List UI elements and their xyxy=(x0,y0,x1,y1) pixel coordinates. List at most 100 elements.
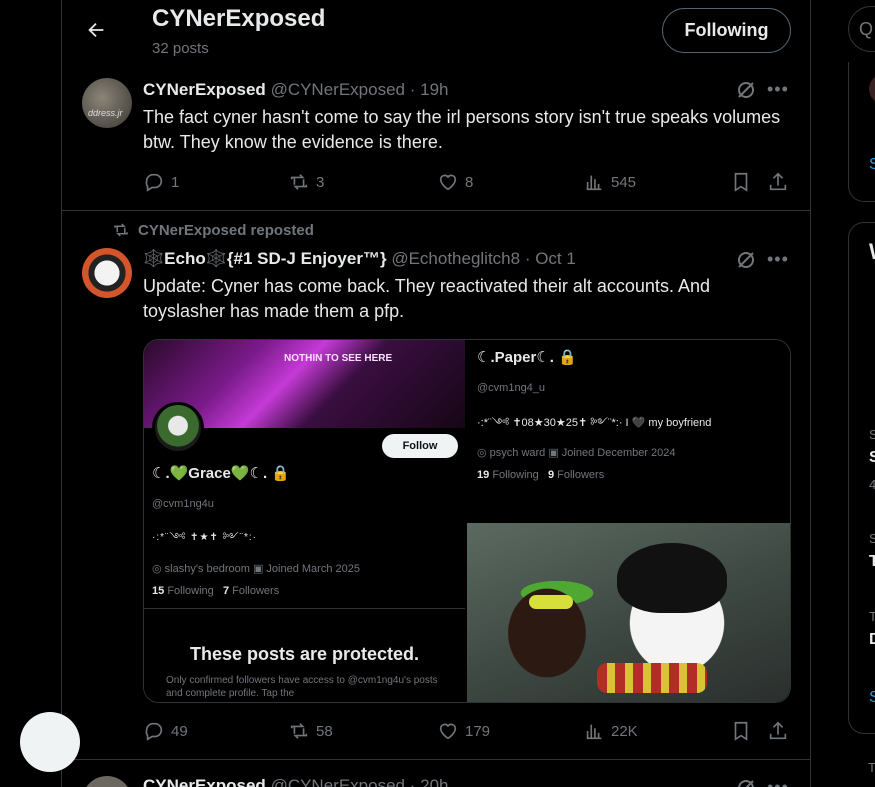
following-label: Following xyxy=(492,469,539,481)
followers-label: Followers xyxy=(232,585,280,597)
grok-icon[interactable] xyxy=(734,78,758,102)
repost-icon xyxy=(114,223,128,237)
artwork-scarf xyxy=(597,663,707,693)
profile-bio: ·:*¨༺ ✝08★30★25✝ ༻¨*:· I 🖤 my boyfriend xyxy=(477,417,712,429)
views-button[interactable]: 545 xyxy=(583,171,636,193)
profile-header: CYNerExposed 32 posts Following xyxy=(62,0,810,68)
views-icon xyxy=(586,724,602,740)
following-count: 15 xyxy=(152,585,165,597)
repost-count: 3 xyxy=(316,173,325,191)
rail-muted: S xyxy=(869,531,875,546)
views-icon xyxy=(586,175,602,191)
views-count: 545 xyxy=(611,173,637,191)
reply-icon xyxy=(145,173,163,192)
followers-label: Followers xyxy=(557,469,605,481)
share-icon[interactable] xyxy=(767,171,789,193)
rail-muted: 4 xyxy=(869,477,875,492)
author-name[interactable]: CYNerExposed xyxy=(143,776,266,787)
post-actions: 1 3 8 545 xyxy=(143,171,793,195)
repost-indicator[interactable]: CYNerExposed reposted xyxy=(112,221,314,239)
reply-button[interactable]: 1 xyxy=(143,171,179,193)
bookmark-icon[interactable] xyxy=(730,720,752,742)
rail-link[interactable]: S xyxy=(869,689,875,707)
rail-item[interactable]: D xyxy=(869,631,875,649)
rail-muted: S xyxy=(869,427,875,442)
rail-card: S xyxy=(848,62,875,202)
rail-item[interactable]: S xyxy=(869,449,875,467)
author-handle[interactable]: @Echotheglitch8 xyxy=(391,249,520,268)
like-button[interactable]: 179 xyxy=(437,720,490,742)
tweet-post[interactable]: ddress.jr CYNerExposed @CYNerExposed · 1… xyxy=(62,68,810,211)
views-button[interactable]: 22K xyxy=(583,720,638,742)
followers-count: 9 xyxy=(547,469,555,481)
search-box[interactable]: Q xyxy=(848,6,875,52)
rail-link[interactable]: S xyxy=(869,156,875,174)
profile-follow-stats: 19 Following 9 Followers xyxy=(477,469,604,481)
reply-button[interactable]: 49 xyxy=(143,720,188,742)
avatar[interactable] xyxy=(82,248,132,298)
avatar[interactable] xyxy=(82,776,132,787)
tweet-post[interactable]: CYNerExposed @CYNerExposed · 20h ••• xyxy=(62,760,810,787)
author-handle[interactable]: @CYNerExposed xyxy=(271,776,405,787)
profile-name: ☾.💚Grace💚☾. 🔒 xyxy=(152,465,290,482)
artwork-hair xyxy=(617,543,727,613)
following-count: 19 xyxy=(477,469,490,481)
profile-location: ◎ slashy's bedroom ▣ Joined March 2025 xyxy=(152,563,360,575)
profile-follow-stats: 15 Following 7 Followers xyxy=(152,585,279,597)
back-button[interactable] xyxy=(80,14,112,46)
followers-count: 7 xyxy=(222,585,230,597)
post-meta: CYNerExposed @CYNerExposed · 19h xyxy=(143,80,448,100)
repost-button[interactable]: 3 xyxy=(288,171,324,193)
following-label: Following xyxy=(167,585,214,597)
heart-icon xyxy=(439,174,457,191)
posts-count: 32 posts xyxy=(152,40,209,57)
arrow-left-icon xyxy=(88,22,104,38)
avatar[interactable]: ddress.jr xyxy=(82,78,132,128)
profile-name: ☾.Paper☾. 🔒 xyxy=(477,349,577,366)
post-text: Update: Cyner has come back. They reacti… xyxy=(143,276,710,321)
profile-avatar xyxy=(152,402,204,454)
bookmark-icon[interactable] xyxy=(730,171,752,193)
author-handle[interactable]: @CYNerExposed xyxy=(271,80,405,99)
author-name[interactable]: CYNerExposed xyxy=(143,80,266,99)
banner-text: NOTHIN TO SEE HERE xyxy=(284,353,393,364)
following-button[interactable]: Following xyxy=(662,8,791,53)
heart-icon xyxy=(439,723,457,740)
timeline-column: CYNerExposed 32 posts Following ddress.j… xyxy=(20,0,811,787)
floating-action-button[interactable] xyxy=(20,712,80,772)
grok-icon[interactable] xyxy=(734,776,758,787)
post-time[interactable]: · 20h xyxy=(410,776,449,787)
profile-screenshot-grace: NOTHIN TO SEE HERE Follow ☾.💚Grace💚☾. 🔒 … xyxy=(144,340,465,702)
tweet-post[interactable]: CYNerExposed reposted 🕸️Echo🕸️{#1 SD-J E… xyxy=(62,211,810,760)
profile-handle: @cvm1ng4_u xyxy=(477,382,546,394)
post-time[interactable]: · Oct 1 xyxy=(525,249,576,268)
share-icon[interactable] xyxy=(767,720,789,742)
post-actions: 49 58 179 22K xyxy=(143,720,793,744)
author-name[interactable]: 🕸️Echo🕸️{#1 SD-J Enjoyer™} xyxy=(143,249,387,268)
more-options-icon[interactable]: ••• xyxy=(767,250,789,272)
repost-button[interactable]: 58 xyxy=(288,720,333,742)
like-button[interactable]: 8 xyxy=(437,171,473,193)
post-meta: 🕸️Echo🕸️{#1 SD-J Enjoyer™} @Echotheglitc… xyxy=(143,249,576,269)
reply-count: 1 xyxy=(171,173,180,191)
post-media[interactable]: NOTHIN TO SEE HERE Follow ☾.💚Grace💚☾. 🔒 … xyxy=(143,339,791,703)
repost-count: 58 xyxy=(316,722,333,740)
rail-muted: T xyxy=(869,609,875,624)
post-meta: CYNerExposed @CYNerExposed · 20h xyxy=(143,776,448,787)
divider xyxy=(144,608,465,609)
artwork-glasses xyxy=(529,595,573,609)
protected-body: Only confirmed followers have access to … xyxy=(166,675,438,699)
mini-follow-button: Follow xyxy=(382,434,458,458)
more-options-icon[interactable]: ••• xyxy=(767,80,789,102)
rail-title: W xyxy=(869,239,875,265)
more-options-icon[interactable]: ••• xyxy=(767,778,789,787)
like-count: 8 xyxy=(465,173,474,191)
grok-icon[interactable] xyxy=(734,248,758,272)
rail-item[interactable]: T xyxy=(869,553,875,571)
repost-label: CYNerExposed reposted xyxy=(138,221,314,239)
post-time[interactable]: · 19h xyxy=(410,80,449,99)
rail-muted: T xyxy=(868,760,875,775)
avatar-caption: ddress.jr xyxy=(88,108,123,118)
search-icon: Q xyxy=(859,19,874,39)
profile-handle: @cvm1ng4u xyxy=(152,498,214,510)
